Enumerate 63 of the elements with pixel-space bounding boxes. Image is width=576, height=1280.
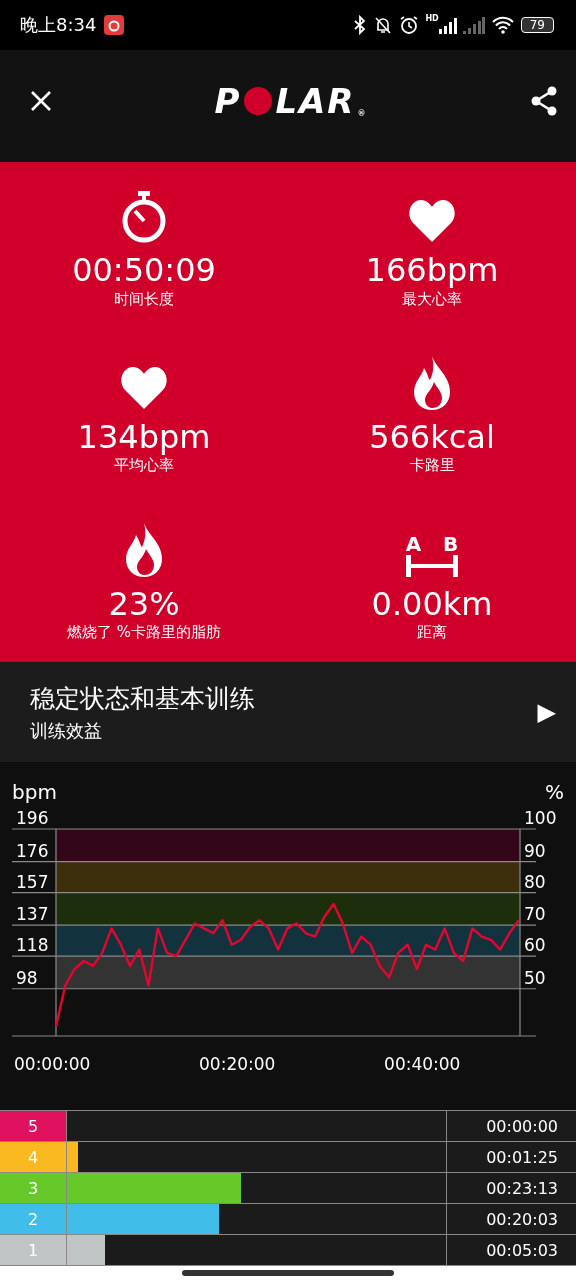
stat-value: 0.00km <box>371 584 493 623</box>
close-icon[interactable] <box>30 90 52 112</box>
point-a-label: A <box>405 532 422 555</box>
flame-icon <box>124 522 164 577</box>
alarm-icon <box>399 15 420 35</box>
heart-icon <box>408 199 456 244</box>
zone-time: 00:00:00 <box>485 1115 559 1138</box>
y-tick-label: 176 <box>16 840 49 861</box>
zone-number: 5 <box>0 1111 67 1141</box>
zone-number: 3 <box>0 1173 67 1203</box>
y-tick-label: 196 <box>16 808 49 828</box>
wifi-icon <box>490 16 515 34</box>
signal-icon <box>462 16 485 34</box>
percent-tick-label: 50 <box>524 967 546 988</box>
signal-icon <box>438 16 457 34</box>
zone-number: 2 <box>0 1204 67 1234</box>
y-tick-label: 98 <box>16 967 38 988</box>
point-b-label: B <box>443 532 459 555</box>
zone-time: 00:05:03 <box>485 1239 559 1262</box>
x-tick-label: 00:00:00 <box>14 1054 91 1074</box>
stat-label: 时间长度 <box>114 289 174 309</box>
share-icon[interactable] <box>530 86 558 116</box>
status-time: 晚上8:34 <box>20 13 97 37</box>
zone-time: 00:23:13 <box>485 1177 559 1200</box>
y-tick-label: 118 <box>16 935 49 956</box>
x-tick-label: 00:20:00 <box>199 1054 276 1074</box>
training-benefit-title: 稳定状态和基本训练 <box>30 682 256 715</box>
stat-value: 566kcal <box>369 417 495 457</box>
x-tick-label: 00:40:00 <box>384 1054 461 1074</box>
muted-bell-icon <box>373 15 394 35</box>
distance-icon <box>406 554 458 577</box>
stat-label: 最大心率 <box>402 289 462 309</box>
percent-axis-label: % <box>545 780 564 802</box>
percent-tick-label: 60 <box>524 935 546 956</box>
stat-label: 平均心率 <box>114 456 174 476</box>
y-tick-label: 137 <box>16 904 49 925</box>
polar-logo: P LAR® <box>214 84 368 118</box>
flame-icon <box>412 355 452 410</box>
zone-time: 00:20:03 <box>485 1208 559 1231</box>
stat-value: 23% <box>108 584 180 623</box>
heart-icon <box>120 365 168 410</box>
stat-value: 134bpm <box>77 417 211 457</box>
percent-tick-label: 100 <box>524 808 557 828</box>
zone-time: 00:01:25 <box>485 1146 559 1169</box>
stat-label: 卡路里 <box>409 456 455 476</box>
stat-value: 166bpm <box>365 251 499 290</box>
stopwatch-icon <box>120 191 168 244</box>
play-button[interactable]: ▶ <box>537 698 556 726</box>
stat-label: 距离 <box>417 623 447 642</box>
percent-tick-label: 90 <box>524 840 546 861</box>
bluetooth-icon <box>353 15 368 35</box>
network-type: HD <box>425 14 439 23</box>
zone-number: 1 <box>0 1235 67 1265</box>
stat-label: 燃烧了 %卡路里的脂肪 <box>67 623 221 642</box>
training-benefit-label: 训练效益 <box>30 718 103 743</box>
battery-indicator: 79 <box>520 17 554 33</box>
y-tick-label: 157 <box>16 871 49 892</box>
stat-value: 00:50:09 <box>72 251 216 290</box>
app-notification-icon <box>104 15 125 35</box>
percent-tick-label: 80 <box>524 871 546 892</box>
zone-number: 4 <box>0 1142 67 1172</box>
bpm-axis-label: bpm <box>12 780 57 802</box>
percent-tick-label: 70 <box>524 904 546 925</box>
